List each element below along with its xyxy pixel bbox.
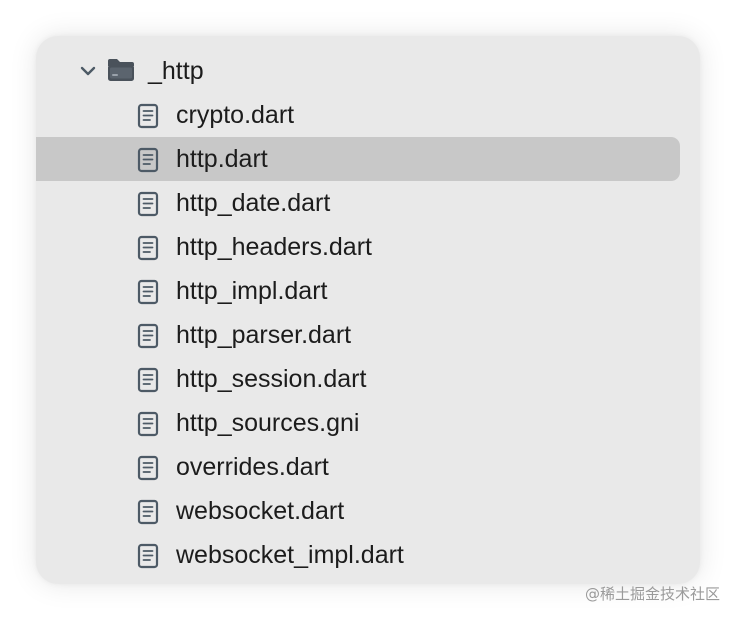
document-icon (137, 411, 159, 437)
document-icon (137, 499, 159, 525)
document-icon (137, 235, 159, 261)
file-row[interactable]: crypto.dart (36, 93, 680, 137)
file-row[interactable]: http_headers.dart (36, 225, 680, 269)
document-icon (137, 455, 159, 481)
file-label: http_session.dart (176, 365, 367, 393)
file-label: http_date.dart (176, 189, 331, 217)
folder-icon (108, 59, 134, 81)
folder-row-http[interactable]: _http (36, 49, 700, 93)
watermark: @稀土掘金技术社区 (584, 585, 720, 603)
file-row[interactable]: websocket_impl.dart (36, 533, 680, 577)
file-label: http_parser.dart (176, 321, 352, 349)
file-label: http_headers.dart (176, 233, 372, 261)
document-icon (137, 543, 159, 569)
file-row[interactable]: http_parser.dart (36, 313, 680, 357)
document-icon (137, 147, 159, 173)
file-label: http_sources.gni (176, 409, 360, 437)
document-icon (137, 323, 159, 349)
file-label: websocket.dart (176, 497, 345, 525)
file-row[interactable]: http_impl.dart (36, 269, 680, 313)
document-icon (137, 103, 159, 129)
file-row[interactable]: overrides.dart (36, 445, 680, 489)
folder-label: _http (148, 57, 204, 85)
chevron-down-icon[interactable] (79, 62, 97, 80)
document-icon (137, 367, 159, 393)
document-icon (137, 279, 159, 305)
file-row[interactable]: http.dart (36, 137, 680, 181)
file-row[interactable]: websocket.dart (36, 489, 680, 533)
file-row[interactable]: http_date.dart (36, 181, 680, 225)
file-label: crypto.dart (176, 101, 295, 129)
document-icon (137, 191, 159, 217)
file-row[interactable]: http_session.dart (36, 357, 680, 401)
file-label: overrides.dart (176, 453, 329, 481)
file-label: http_impl.dart (176, 277, 328, 305)
file-tree-panel: _http crypto.dart http.dart http_date.dart… (36, 36, 700, 584)
file-label: websocket_impl.dart (176, 541, 404, 569)
file-label: http.dart (176, 145, 268, 173)
file-row[interactable]: http_sources.gni (36, 401, 680, 445)
